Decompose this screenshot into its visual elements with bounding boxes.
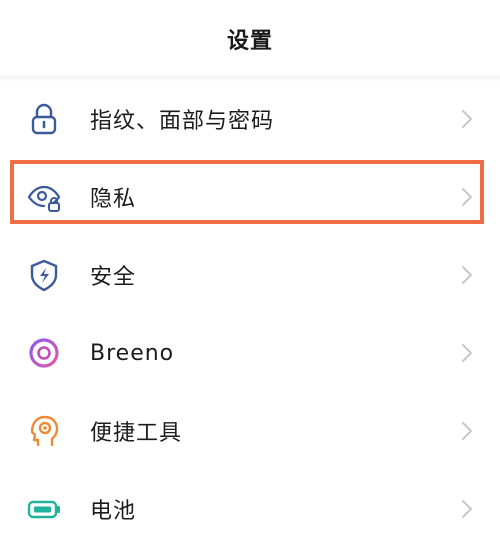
chevron-right-icon xyxy=(460,498,474,520)
chevron-right-icon xyxy=(460,108,474,130)
page-title: 设置 xyxy=(226,29,273,54)
breeno-ring-icon xyxy=(26,335,62,371)
settings-item-label: 电池 xyxy=(90,499,137,524)
settings-item-label: 指纹、面部与密码 xyxy=(90,109,275,134)
privacy-eye-lock-icon xyxy=(26,179,62,215)
chevron-right-icon xyxy=(460,420,474,442)
chevron-right-icon xyxy=(460,342,474,364)
shield-bolt-icon xyxy=(26,257,62,293)
head-gear-icon xyxy=(26,413,62,449)
battery-icon xyxy=(26,491,62,527)
header: 设置 xyxy=(0,0,500,78)
settings-item-fingerprint-face-password[interactable]: 指纹、面部与密码 xyxy=(0,80,500,158)
settings-item-breeno[interactable]: Breeno xyxy=(0,314,500,392)
settings-screen: 设置 指纹、面部与密码 隐私 安全 Breeno 便捷工具 电池 xyxy=(0,0,500,556)
settings-item-battery[interactable]: 电池 xyxy=(0,470,500,548)
settings-item-label: Breeno xyxy=(90,340,175,366)
lock-icon xyxy=(26,101,62,137)
settings-list: 指纹、面部与密码 隐私 安全 Breeno 便捷工具 电池 xyxy=(0,80,500,548)
settings-item-label: 安全 xyxy=(90,265,137,290)
chevron-right-icon xyxy=(460,186,474,208)
settings-item-security[interactable]: 安全 xyxy=(0,236,500,314)
settings-item-convenience-tools[interactable]: 便捷工具 xyxy=(0,392,500,470)
settings-item-label: 便捷工具 xyxy=(90,421,183,446)
settings-item-label: 隐私 xyxy=(90,187,137,212)
chevron-right-icon xyxy=(460,264,474,286)
settings-item-privacy[interactable]: 隐私 xyxy=(0,158,500,236)
